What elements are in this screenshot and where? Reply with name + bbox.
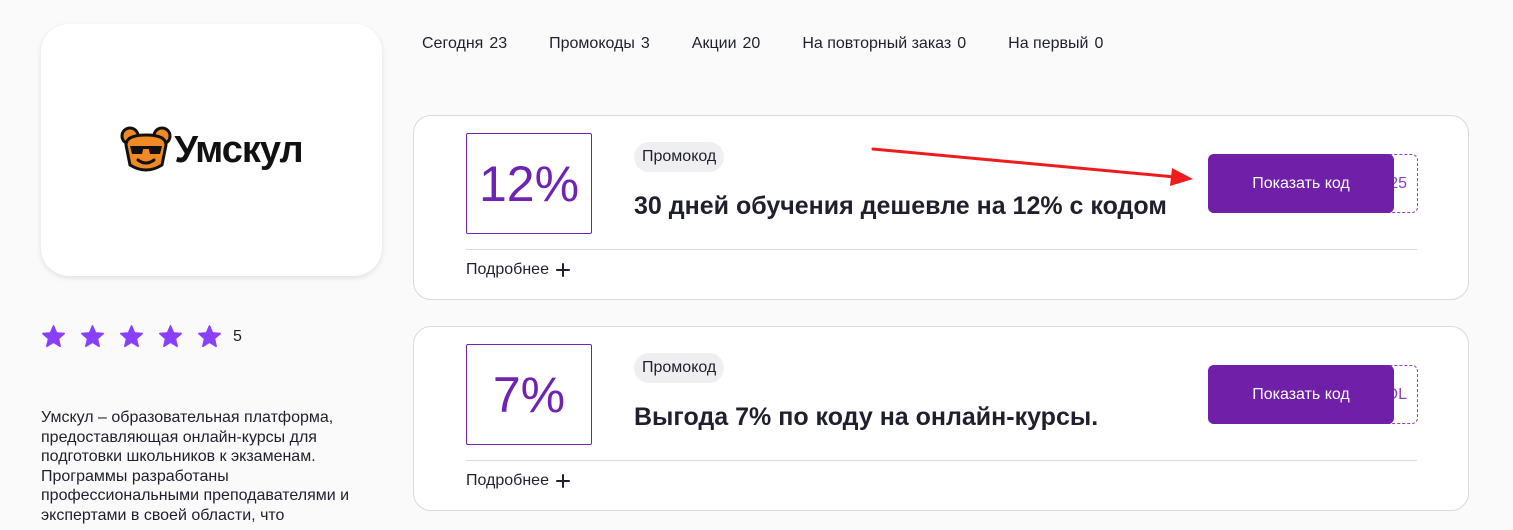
store-rating: 5 [41,324,242,349]
store-logo-card[interactable]: Умскул [41,24,382,276]
tab-count: 0 [957,35,967,52]
coupon-card: 7% Промокод Выгода 7% по коду на онлайн-… [413,326,1469,511]
tab-promocodes[interactable]: Промокоды 3 [549,35,650,53]
divider [466,249,1417,250]
show-code-button[interactable]: Показать код [1208,365,1394,424]
plus-icon [555,474,570,488]
star-icon [197,325,222,348]
details-toggle[interactable]: Подробнее [466,261,570,279]
coupon-type-badge: Промокод [634,142,725,172]
star-icon [158,325,183,348]
discount-value: 12% [466,133,592,234]
tab-count: 20 [742,35,761,52]
divider [466,460,1417,461]
tab-repeat-order[interactable]: На повторный заказ 0 [802,35,966,53]
star-icon [80,325,105,348]
coupon-type-badge: Промокод [634,353,725,383]
tab-count: 23 [489,35,508,52]
coupon-title: Выгода 7% по коду на онлайн-курсы. [634,403,1099,431]
star-icon [41,325,66,348]
star-icon [119,325,144,348]
plus-icon [555,263,570,277]
details-label: Подробнее [466,261,549,278]
rating-value: 5 [233,327,242,345]
discount-value: 7% [466,344,592,445]
store-logo-text: Умскул [174,128,303,171]
tab-first-order[interactable]: На первый 0 [1008,35,1103,53]
tab-promotions[interactable]: Акции 20 [692,35,761,53]
coupon-title: 30 дней обучения дешевле на 12% с кодом [634,192,1167,220]
filter-tabs: Сегодня 23 Промокоды 3 Акции 20 На повторны… [422,35,1145,53]
details-toggle[interactable]: Подробнее [466,472,570,490]
details-label: Подробнее [466,472,549,489]
tab-count: 3 [640,35,650,52]
coupon-card: 12% Промокод 30 дней обучения дешевле на… [413,115,1469,300]
tab-count: 0 [1094,35,1104,52]
store-description: Умскул – образовательная платформа, пред… [41,409,350,524]
page: Умскул 5 Умскул – образовательная платфо… [0,0,1513,530]
show-code-button[interactable]: Показать код [1208,154,1394,213]
bear-face-icon [120,126,172,172]
tab-today[interactable]: Сегодня 23 [422,35,507,53]
